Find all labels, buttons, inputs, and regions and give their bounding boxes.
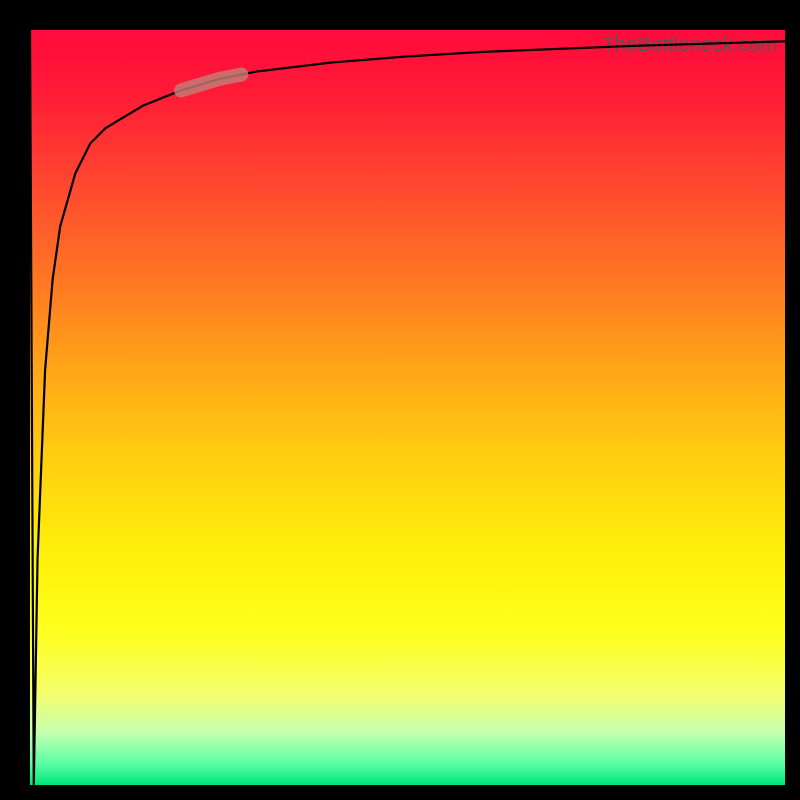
bottleneck-curve (30, 30, 785, 785)
chart-frame: TheBottleneck.com (0, 0, 800, 800)
curve-layer (30, 30, 785, 785)
plot-area: TheBottleneck.com (30, 30, 785, 785)
highlight-segment (181, 75, 241, 91)
